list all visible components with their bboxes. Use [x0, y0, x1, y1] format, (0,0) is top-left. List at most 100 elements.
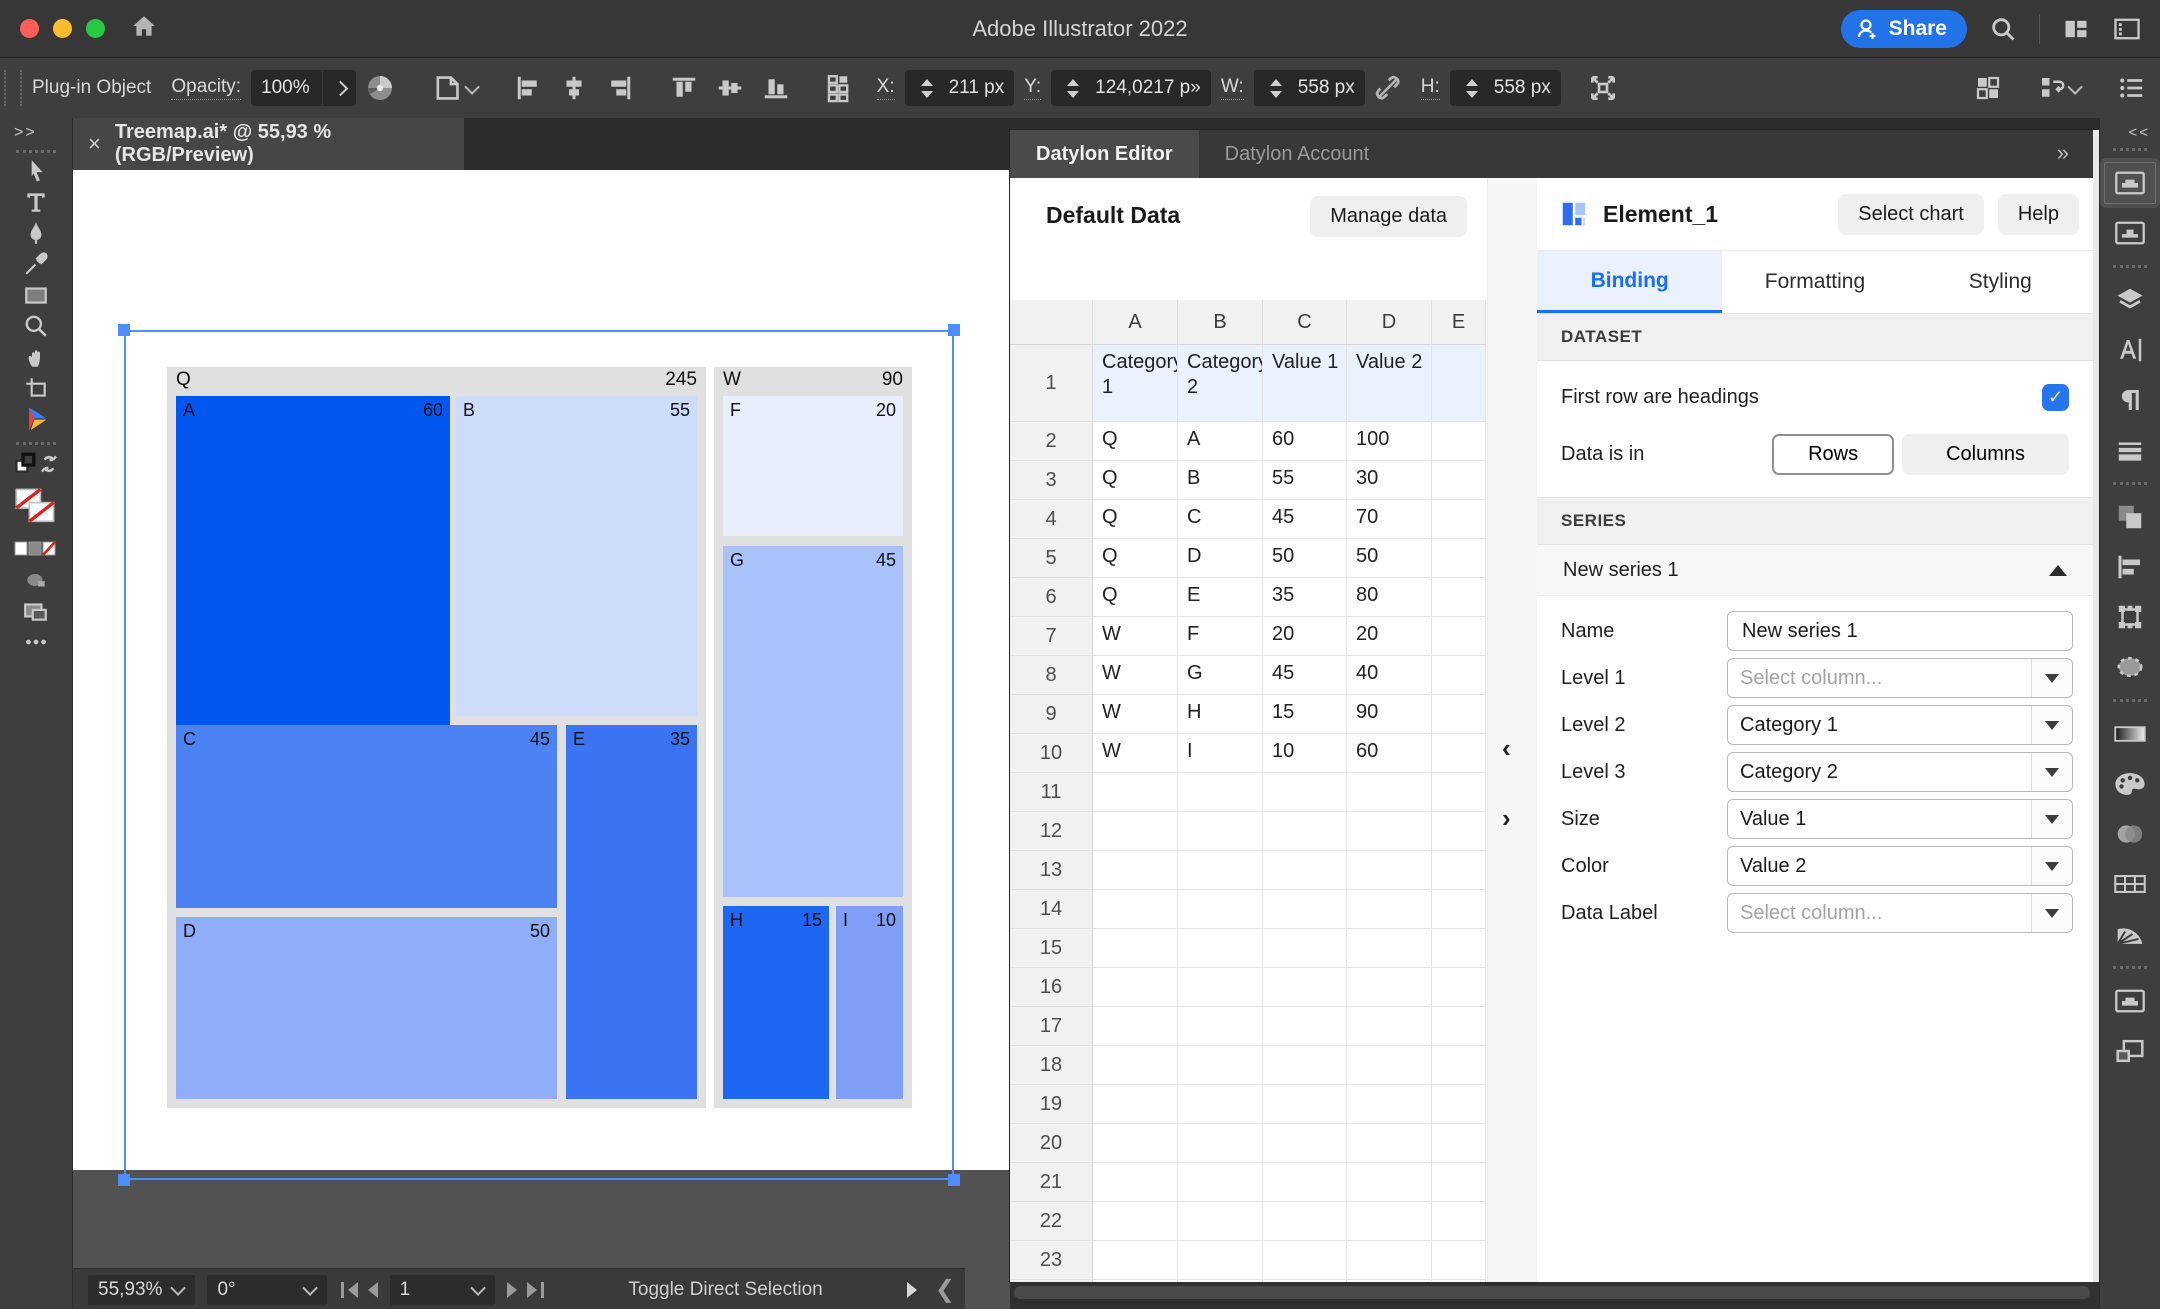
zoom-level-select[interactable]: 55,93%: [88, 1275, 195, 1305]
row-number[interactable]: 3: [1010, 461, 1093, 500]
row-number[interactable]: 21: [1010, 1163, 1093, 1202]
sheet-cell-C11[interactable]: [1263, 773, 1347, 812]
rotation-dropdown-icon[interactable]: [302, 1280, 318, 1296]
help-button[interactable]: Help: [1998, 194, 2079, 235]
sheet-cell-E23[interactable]: [1432, 1241, 1486, 1280]
sheet-cell-A6[interactable]: Q: [1093, 578, 1178, 617]
previous-artboard-button[interactable]: [368, 1282, 378, 1298]
row-number[interactable]: 8: [1010, 656, 1093, 695]
panel-splitter[interactable]: ‹ ›: [1487, 178, 1538, 1282]
sheet-cell-C7[interactable]: 20: [1263, 617, 1347, 656]
sheet-cell-E8[interactable]: [1432, 656, 1486, 695]
sheet-cell-A23[interactable]: [1093, 1241, 1178, 1280]
x-field[interactable]: 211 px: [905, 70, 1015, 106]
sheet-cell-C4[interactable]: 45: [1263, 500, 1347, 539]
sheet-cell-D13[interactable]: [1347, 851, 1432, 890]
sheet-cell-E2[interactable]: [1432, 422, 1486, 461]
sheet-cell-E7[interactable]: [1432, 617, 1486, 656]
type-tool-icon[interactable]: [0, 186, 72, 217]
sheet-cell-D22[interactable]: [1347, 1202, 1432, 1241]
sheet-cell-A18[interactable]: [1093, 1046, 1178, 1085]
sheet-cell-E19[interactable]: [1432, 1085, 1486, 1124]
toolbar-grip[interactable]: [16, 150, 56, 153]
sheet-cell-C23[interactable]: [1263, 1241, 1347, 1280]
color-guide-panel-icon[interactable]: [2100, 909, 2160, 959]
sheet-cell-E18[interactable]: [1432, 1046, 1486, 1085]
w-stepper[interactable]: [1264, 70, 1288, 106]
control-menu-icon[interactable]: [2116, 73, 2146, 103]
row-number[interactable]: 19: [1010, 1085, 1093, 1124]
artboard-number-select[interactable]: 1: [390, 1275, 496, 1305]
h-label[interactable]: H:: [1421, 76, 1440, 100]
swatches-panel-icon[interactable]: [2100, 859, 2160, 909]
sheet-cell-B2[interactable]: A: [1178, 422, 1263, 461]
column-header-E[interactable]: E: [1432, 300, 1486, 345]
row-number[interactable]: 9: [1010, 695, 1093, 734]
x-label[interactable]: X:: [877, 76, 895, 100]
scale-corners-icon[interactable]: [1587, 72, 1619, 104]
series-name-input[interactable]: [1740, 619, 2044, 644]
sheet-cell-A10[interactable]: W: [1093, 734, 1178, 773]
color-mixer-panel-icon[interactable]: [2100, 809, 2160, 859]
sheet-cell-E10[interactable]: [1432, 734, 1486, 773]
sheet-cell-A1[interactable]: Category 1: [1093, 345, 1178, 422]
size-select[interactable]: Value 1: [1727, 799, 2073, 839]
paragraph-panel-icon[interactable]: [2100, 375, 2160, 425]
selection-handle[interactable]: [948, 324, 960, 336]
row-number[interactable]: 11: [1010, 773, 1093, 812]
series-collapsible-header[interactable]: New series 1: [1537, 545, 2093, 596]
sheet-cell-D6[interactable]: 80: [1347, 578, 1432, 617]
sheet-cell-B10[interactable]: I: [1178, 734, 1263, 773]
snap-options-icon[interactable]: [2037, 73, 2082, 103]
snap-grid-icon[interactable]: [1973, 73, 2003, 103]
align-vcenter-icon[interactable]: [715, 73, 745, 103]
sheet-cell-C21[interactable]: [1263, 1163, 1347, 1202]
selection-handle[interactable]: [118, 1174, 130, 1186]
opacity-dropdown-icon[interactable]: [332, 80, 348, 96]
horizontal-scrollbar[interactable]: [1014, 1286, 2090, 1299]
row-number[interactable]: 10: [1010, 734, 1093, 773]
sheet-cell-E17[interactable]: [1432, 1007, 1486, 1046]
dropdown-arrow-icon[interactable]: [2031, 847, 2072, 885]
sheet-cell-E5[interactable]: [1432, 539, 1486, 578]
sheet-cell-B14[interactable]: [1178, 890, 1263, 929]
sheet-cell-E21[interactable]: [1432, 1163, 1486, 1202]
sheet-cell-D16[interactable]: [1347, 968, 1432, 1007]
sheet-cell-E13[interactable]: [1432, 851, 1486, 890]
sheet-cell-B13[interactable]: [1178, 851, 1263, 890]
row-number[interactable]: 18: [1010, 1046, 1093, 1085]
sheet-cell-D8[interactable]: 40: [1347, 656, 1432, 695]
workspace-switcher-icon[interactable]: [2112, 15, 2142, 43]
column-header-A[interactable]: A: [1093, 300, 1178, 345]
sheet-cell-C16[interactable]: [1263, 968, 1347, 1007]
y-field[interactable]: 124,0217 p»: [1051, 70, 1211, 106]
sheet-cell-B20[interactable]: [1178, 1124, 1263, 1163]
dropdown-arrow-icon[interactable]: [2031, 800, 2072, 838]
tab-datylon-account[interactable]: Datylon Account: [1199, 130, 1396, 178]
row-number[interactable]: 16: [1010, 968, 1093, 1007]
gradient-panel-icon[interactable]: [2100, 709, 2160, 759]
sheet-cell-C3[interactable]: 55: [1263, 461, 1347, 500]
column-header-C[interactable]: C: [1263, 300, 1347, 345]
layers-panel-icon[interactable]: [2100, 275, 2160, 325]
sheet-cell-C13[interactable]: [1263, 851, 1347, 890]
sheet-cell-D11[interactable]: [1347, 773, 1432, 812]
row-number[interactable]: 5: [1010, 539, 1093, 578]
sheet-cell-A11[interactable]: [1093, 773, 1178, 812]
sheet-cell-A12[interactable]: [1093, 812, 1178, 851]
dropdown-arrow-icon[interactable]: [2031, 753, 2072, 791]
sheet-cell-E9[interactable]: [1432, 695, 1486, 734]
sheet-cell-A20[interactable]: [1093, 1124, 1178, 1163]
sheet-cell-C20[interactable]: [1263, 1124, 1347, 1163]
hand-tool-icon[interactable]: [0, 341, 72, 372]
sheet-cell-A14[interactable]: [1093, 890, 1178, 929]
sheet-cell-C12[interactable]: [1263, 812, 1347, 851]
expand-right-icon[interactable]: ›: [1502, 803, 1511, 834]
constrain-proportions-icon[interactable]: [1373, 73, 1403, 103]
sheet-cell-C9[interactable]: 15: [1263, 695, 1347, 734]
sheet-cell-D2[interactable]: 100: [1347, 422, 1432, 461]
color-mode-row-icon[interactable]: [0, 533, 72, 564]
sheet-cell-E4[interactable]: [1432, 500, 1486, 539]
datylon-tool-icon[interactable]: [0, 403, 72, 434]
tab-formatting[interactable]: Formatting: [1722, 251, 1907, 313]
